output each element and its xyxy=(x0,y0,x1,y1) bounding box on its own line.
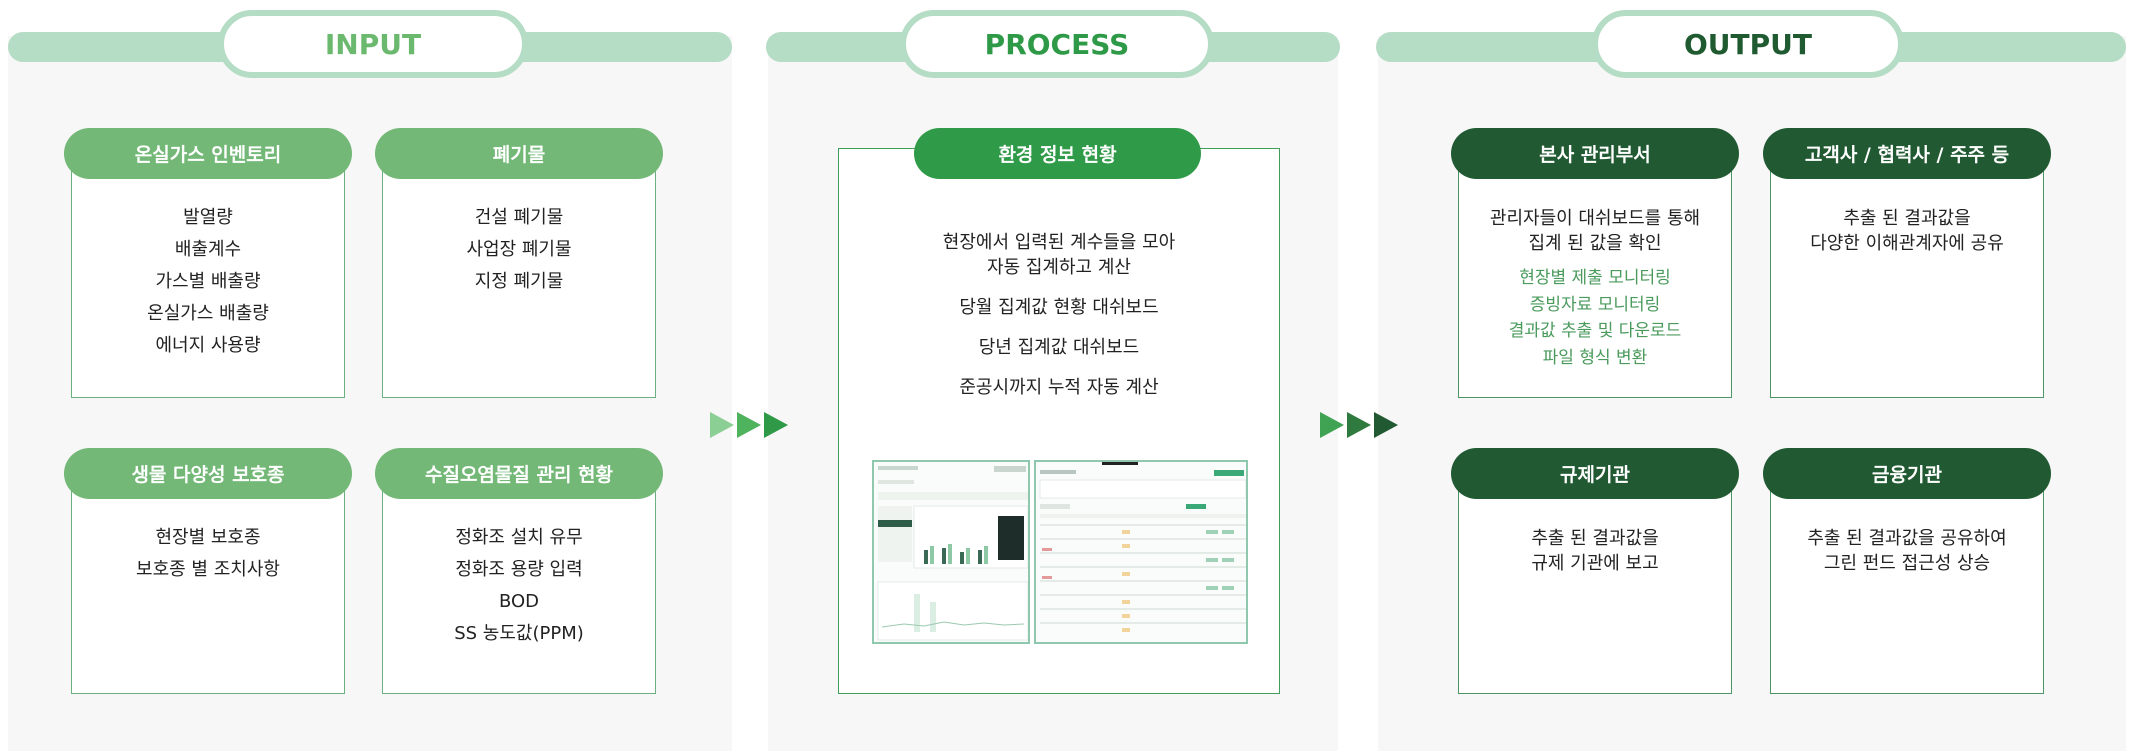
list-item: 현장별 보호종 xyxy=(155,527,261,548)
card-box xyxy=(1458,473,1732,694)
card-items: 현장별 제출 모니터링 증빙자료 모니터링 결과값 추출 및 다운로드 파일 형… xyxy=(1458,265,1732,371)
card-header: 금융기관 xyxy=(1763,448,2051,499)
card-header: 생물 다양성 보호종 xyxy=(64,448,352,499)
card-items: 건설 폐기물 사업장 폐기물 지정 폐기물 xyxy=(382,202,656,298)
card-header: 본사 관리부서 xyxy=(1451,128,1739,179)
card-items: 현장별 보호종 보호종 별 조치사항 xyxy=(71,522,345,586)
card-header: 고객사 / 협력사 / 주주 등 xyxy=(1763,128,2051,179)
process-line: 자동 집계하고 계산 xyxy=(987,257,1131,278)
list-item: 지정 폐기물 xyxy=(474,271,564,292)
card-desc: 관리자들이 대쉬보드를 통해 xyxy=(1489,208,1701,229)
input-section-title: INPUT xyxy=(218,10,528,78)
card-biodiversity: 생물 다양성 보호종 현장별 보호종 보호종 별 조치사항 xyxy=(64,448,352,694)
card-items: 발열량 배출계수 가스별 배출량 온실가스 배출량 에너지 사용량 xyxy=(71,202,345,362)
dashboard-table-icon xyxy=(1036,462,1246,642)
card-content: 추출 된 결과값을 규제 기관에 보고 xyxy=(1458,526,1732,576)
list-item: 결과값 추출 및 다운로드 xyxy=(1508,321,1682,341)
output-title-text: OUTPUT xyxy=(1684,27,1812,61)
list-item: 현장별 제출 모니터링 xyxy=(1519,268,1671,288)
arrow-right-icon xyxy=(737,412,761,438)
process-line: 당년 집계값 대쉬보드 xyxy=(978,337,1140,358)
list-item: 발열량 xyxy=(183,207,233,228)
process-title-text: PROCESS xyxy=(984,27,1130,61)
card-content: 추출 된 결과값을 공유하여 그린 펀드 접근성 상승 xyxy=(1770,526,2044,576)
card-header: 규제기관 xyxy=(1451,448,1739,499)
list-item: 온실가스 배출량 xyxy=(147,303,269,324)
dashboard-screenshot-left xyxy=(872,460,1030,644)
card-box xyxy=(1770,473,2044,694)
process-line: 현장에서 입력된 계수들을 모아 xyxy=(942,232,1176,253)
card-regulators: 규제기관 추출 된 결과값을 규제 기관에 보고 xyxy=(1451,448,1739,694)
arrow-right-icon xyxy=(710,412,734,438)
card-water-pollution: 수질오염물질 관리 현황 정화조 설치 유무 정화조 용량 입력 BOD SS … xyxy=(375,448,663,694)
dashboard-screenshot-right xyxy=(1034,460,1248,644)
card-box xyxy=(1770,153,2044,398)
card-content: 추출 된 결과값을 다양한 이해관계자에 공유 xyxy=(1770,206,2044,256)
process-line: 당월 집계값 현황 대쉬보드 xyxy=(959,297,1159,318)
card-header: 온실가스 인벤토리 xyxy=(64,128,352,179)
card-desc: 추출 된 결과값을 공유하여 xyxy=(1807,528,2007,549)
list-item: 정화조 용량 입력 xyxy=(455,559,583,580)
card-desc: 집계 된 값을 확인 xyxy=(1528,233,1662,254)
card-ghg-inventory: 온실가스 인벤토리 발열량 배출계수 가스별 배출량 온실가스 배출량 에너지 … xyxy=(64,128,352,398)
list-item: 사업장 폐기물 xyxy=(466,239,572,260)
card-desc: 규제 기관에 보고 xyxy=(1531,553,1659,574)
list-item: 파일 형식 변환 xyxy=(1542,347,1648,368)
arrow-right-icon xyxy=(1320,412,1344,438)
card-header: 수질오염물질 관리 현황 xyxy=(375,448,663,499)
list-item: 건설 폐기물 xyxy=(474,207,564,228)
list-item: 보호종 별 조치사항 xyxy=(136,559,280,580)
card-waste: 폐기물 건설 폐기물 사업장 폐기물 지정 폐기물 xyxy=(375,128,663,398)
arrow-right-icon xyxy=(1374,412,1398,438)
list-item: 정화조 설치 유무 xyxy=(455,527,583,548)
card-stakeholders: 고객사 / 협력사 / 주주 등 추출 된 결과값을 다양한 이해관계자에 공유 xyxy=(1763,128,2051,398)
card-items: 정화조 설치 유무 정화조 용량 입력 BOD SS 농도값(PPM) xyxy=(382,522,656,650)
card-content: 관리자들이 대쉬보드를 통해 집계 된 값을 확인 현장별 제출 모니터링 증빙… xyxy=(1458,206,1732,371)
process-card: 환경 정보 현황 현장에서 입력된 계수들을 모아 자동 집계하고 계산 당월 … xyxy=(838,128,1280,694)
card-header: 폐기물 xyxy=(375,128,663,179)
card-financial-institutions: 금융기관 추출 된 결과값을 공유하여 그린 펀드 접근성 상승 xyxy=(1763,448,2051,694)
output-section-title: OUTPUT xyxy=(1592,10,1904,78)
list-item: SS 농도값(PPM) xyxy=(454,623,584,644)
list-item: 에너지 사용량 xyxy=(155,335,261,356)
card-hq-management: 본사 관리부서 관리자들이 대쉬보드를 통해 집계 된 값을 확인 현장별 제출… xyxy=(1451,128,1739,398)
input-title-text: INPUT xyxy=(324,27,422,61)
process-line: 준공시까지 누적 자동 계산 xyxy=(959,377,1159,398)
card-desc: 다양한 이해관계자에 공유 xyxy=(1810,233,2004,254)
list-item: 가스별 배출량 xyxy=(155,271,261,292)
process-section-title: PROCESS xyxy=(900,10,1214,78)
card-desc: 그린 펀드 접근성 상승 xyxy=(1823,553,1991,574)
card-desc: 추출 된 결과값을 xyxy=(1531,528,1659,549)
process-lines: 현장에서 입력된 계수들을 모아 자동 집계하고 계산 당월 집계값 현황 대쉬… xyxy=(838,230,1280,400)
dashboard-chart-icon xyxy=(874,462,1028,642)
card-desc: 추출 된 결과값을 xyxy=(1843,208,1971,229)
list-item: BOD xyxy=(498,591,540,612)
list-item: 증빙자료 모니터링 xyxy=(1529,294,1661,315)
arrow-right-icon xyxy=(1347,412,1371,438)
process-card-header: 환경 정보 현황 xyxy=(914,128,1201,179)
arrow-right-icon xyxy=(764,412,788,438)
list-item: 배출계수 xyxy=(174,239,242,260)
